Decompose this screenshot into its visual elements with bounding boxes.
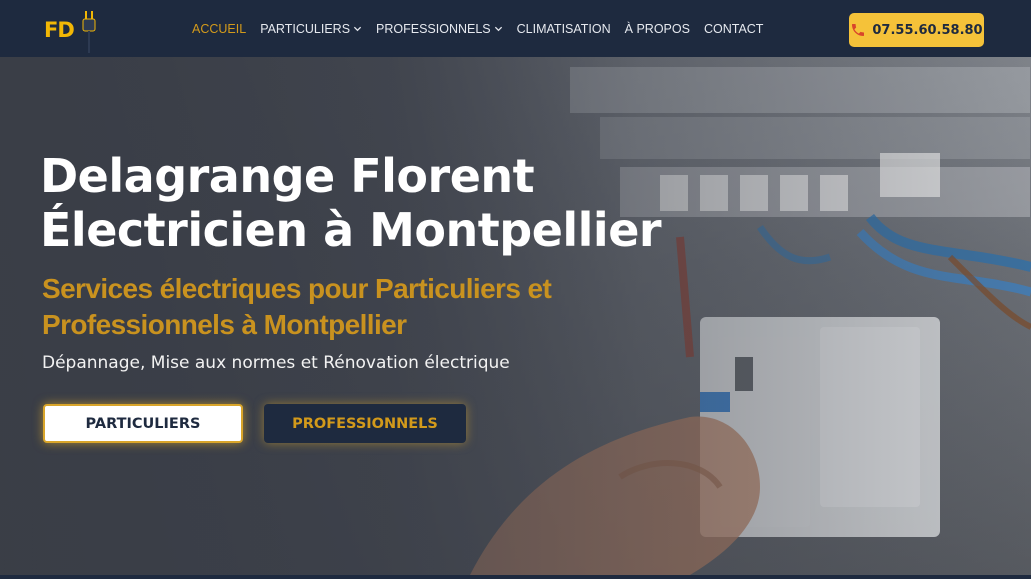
hero-subtitle-line: Services électriques pour Particuliers e… bbox=[42, 273, 552, 304]
nav-item-accueil[interactable]: ACCUEIL bbox=[192, 22, 246, 36]
nav-item-contact[interactable]: CONTACT bbox=[704, 22, 764, 36]
nav-item-professionnels[interactable]: PROFESSIONNELS bbox=[376, 22, 503, 36]
nav-label: ACCUEIL bbox=[192, 21, 247, 36]
hero-title: Delagrange Florent Électricien à Montpel… bbox=[40, 149, 680, 257]
site-logo[interactable]: FD bbox=[44, 11, 96, 53]
nav-label: PARTICULIERS bbox=[260, 21, 351, 36]
hero-subtitle-line: Professionnels à Montpellier bbox=[42, 309, 407, 340]
nav-label: À PROPOS bbox=[624, 21, 690, 36]
professionnels-button[interactable]: PROFESSIONNELS bbox=[264, 404, 466, 443]
hero-title-line: Électricien à Montpellier bbox=[40, 203, 662, 257]
top-navbar: FD ACCUEIL PARTICULIERS PROFESSIONNELS C… bbox=[0, 0, 1031, 57]
nav-label: CLIMATISATION bbox=[516, 21, 611, 36]
phone-number: 07.55.60.58.80 bbox=[872, 22, 983, 38]
hero-description: Dépannage, Mise aux normes et Rénovation… bbox=[42, 353, 510, 373]
plug-icon bbox=[82, 11, 96, 53]
phone-icon bbox=[852, 24, 865, 36]
hero-subtitle: Services électriques pour Particuliers e… bbox=[42, 271, 602, 343]
nav-item-climatisation[interactable]: CLIMATISATION bbox=[517, 22, 611, 36]
nav-item-a-propos[interactable]: À PROPOS bbox=[625, 22, 690, 36]
bottom-strip bbox=[0, 575, 1031, 579]
main-menu: ACCUEIL PARTICULIERS PROFESSIONNELS CLIM… bbox=[192, 0, 777, 57]
nav-item-particuliers[interactable]: PARTICULIERS bbox=[260, 22, 362, 36]
nav-label: CONTACT bbox=[703, 21, 764, 36]
hero-section: Delagrange Florent Électricien à Montpel… bbox=[0, 57, 1031, 575]
hero-title-line: Delagrange Florent bbox=[40, 149, 535, 203]
nav-label: PROFESSIONNELS bbox=[376, 21, 491, 36]
logo-text: FD bbox=[44, 18, 75, 42]
phone-call-button[interactable]: 07.55.60.58.80 bbox=[849, 13, 984, 47]
chevron-down-icon bbox=[353, 26, 362, 32]
particuliers-button[interactable]: PARTICULIERS bbox=[43, 404, 243, 443]
chevron-down-icon bbox=[494, 26, 502, 32]
